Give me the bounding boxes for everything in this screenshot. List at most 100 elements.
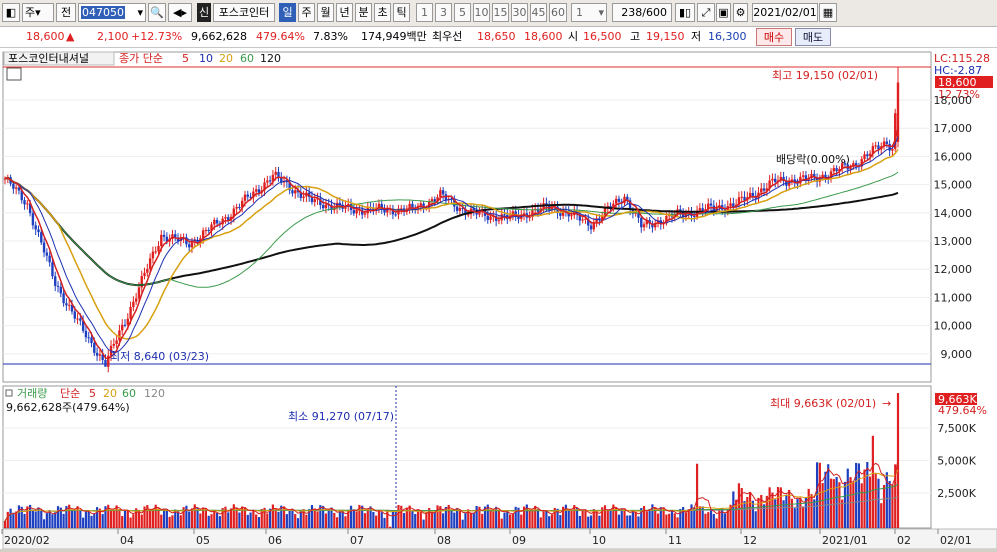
volume-bar <box>375 515 378 528</box>
volume-bar <box>545 510 548 528</box>
candle-body <box>84 330 88 338</box>
buy-button[interactable]: 매수 <box>756 28 792 46</box>
candle-body <box>570 215 573 217</box>
interval-1[interactable]: 1 <box>416 3 433 22</box>
interval-5[interactable]: 5 <box>454 3 471 22</box>
volume-bar <box>6 511 9 528</box>
volume-bar <box>550 514 554 528</box>
candle-body <box>355 209 358 214</box>
volume-bar <box>751 500 754 528</box>
volume-bar <box>573 505 576 528</box>
volume-bar <box>238 512 241 528</box>
volume-bar <box>433 511 436 528</box>
interval-10[interactable]: 10 <box>473 3 490 22</box>
trade-amount: 174,949백만 <box>361 30 427 43</box>
candle-body <box>129 307 132 319</box>
sell-button[interactable]: 매도 <box>795 28 831 46</box>
volume-bar <box>570 509 573 528</box>
volume-value: 9,662,628 <box>191 30 247 43</box>
save-icon[interactable]: ▣ <box>716 3 731 22</box>
volume-bar <box>296 518 300 528</box>
interval-60[interactable]: 60 <box>549 3 567 22</box>
grid-toggle-icon[interactable] <box>6 67 22 81</box>
volume-bar <box>425 511 428 528</box>
volume-bar <box>101 514 104 528</box>
volume-bar <box>349 505 353 528</box>
volume-bar <box>762 504 766 528</box>
candle-body <box>762 188 766 191</box>
volume-bar <box>534 505 537 528</box>
volume-bar <box>54 512 57 528</box>
period-day[interactable]: 일 <box>279 3 296 22</box>
unit-select[interactable]: 1 ▾ <box>571 3 607 22</box>
candle-body <box>274 171 277 175</box>
count-field[interactable]: 238/600 <box>612 3 672 22</box>
date-field[interactable]: 2021/02/01 <box>752 3 818 22</box>
interval-45[interactable]: 45 <box>530 3 547 22</box>
volume-bar <box>578 515 581 528</box>
candle-type-icon[interactable]: ▮▯ <box>675 3 695 22</box>
interval-3[interactable]: 3 <box>435 3 452 22</box>
x-axis-label: 10 <box>592 534 606 547</box>
price-panel <box>2 51 932 383</box>
volume-bar <box>481 513 484 528</box>
calendar-icon[interactable]: ▦ <box>819 3 837 22</box>
volume-bar <box>559 515 562 528</box>
volume-bar <box>266 513 269 528</box>
candle-body <box>87 337 90 339</box>
volume-bar <box>430 511 434 528</box>
preferred-label: 최우선 <box>432 30 463 43</box>
period-year[interactable]: 년 <box>336 3 353 22</box>
volume-bar <box>252 510 255 528</box>
candle-body <box>42 242 46 253</box>
period-week[interactable]: 주 <box>298 3 315 22</box>
period-month[interactable]: 월 <box>317 3 334 22</box>
settings-icon[interactable]: ⚙ <box>733 3 748 22</box>
search-icon[interactable]: 🔍 <box>148 3 166 22</box>
period-tick[interactable]: 틱 <box>393 3 410 22</box>
volume-bar <box>506 510 509 528</box>
candle-body <box>751 192 755 197</box>
volume-bar <box>73 510 76 528</box>
candle-body <box>441 190 445 195</box>
volume-bar <box>469 512 473 528</box>
volume-bar <box>179 515 182 528</box>
interval-30[interactable]: 30 <box>511 3 528 22</box>
volume-bar <box>874 472 877 528</box>
volume-bar <box>361 505 364 528</box>
candle-body <box>137 287 141 299</box>
period-minute[interactable]: 분 <box>355 3 372 22</box>
stock-code-input[interactable]: 047050 ▾ <box>78 3 146 22</box>
volume-y-tick: 5,000K <box>937 455 976 468</box>
max-price-note: 최고 19,150 (02/01) <box>772 69 878 82</box>
market-select[interactable]: 주▾ <box>22 3 54 22</box>
period-second[interactable]: 초 <box>374 3 391 22</box>
volume-bar <box>17 505 21 528</box>
volume-bar <box>575 508 579 528</box>
candle-body <box>489 216 492 220</box>
sound-icon[interactable]: ◀▸ <box>168 3 192 22</box>
volume-bar <box>165 509 168 528</box>
max-volume-arrow: → <box>882 397 891 410</box>
candle-body <box>65 303 68 306</box>
volume-bar <box>774 499 777 528</box>
price-change-pct: +12.73% <box>131 30 183 43</box>
volume-bar <box>419 511 422 528</box>
candle-body <box>187 244 191 248</box>
volume-bar <box>372 511 375 528</box>
stock-name-field[interactable]: 포스코인터 <box>213 3 275 22</box>
chart-options-icon[interactable]: ◧ <box>2 3 20 22</box>
volume-bar <box>316 511 319 528</box>
volume-bar <box>829 478 833 528</box>
draw-tool-icon[interactable]: ⤢ <box>697 3 715 22</box>
volume-bar <box>581 509 584 528</box>
volume-bar <box>548 516 551 528</box>
volume-bar <box>676 517 679 528</box>
x-axis-label: 2020/02 <box>4 534 50 547</box>
volume-bar <box>500 518 503 528</box>
volume-bar <box>838 482 841 528</box>
volume-bar <box>149 510 152 528</box>
range-select[interactable]: 전 <box>56 3 76 22</box>
interval-15[interactable]: 15 <box>492 3 509 22</box>
volume-bar <box>285 514 288 528</box>
